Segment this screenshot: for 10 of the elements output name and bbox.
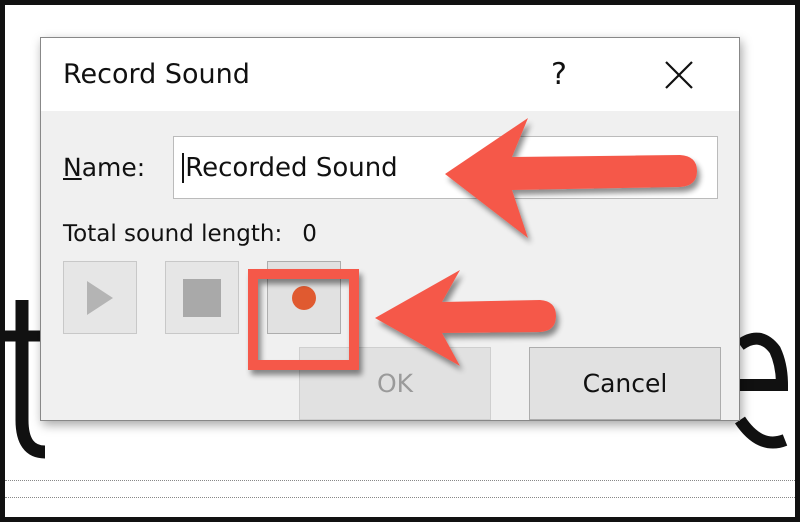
length-value: 0 bbox=[302, 221, 317, 247]
play-icon bbox=[87, 280, 113, 314]
dialog-title: Record Sound bbox=[63, 59, 251, 90]
length-label: Total sound length: bbox=[63, 221, 282, 247]
record-icon bbox=[292, 286, 316, 310]
name-label: Name: bbox=[63, 153, 146, 182]
close-icon bbox=[664, 60, 694, 90]
help-button[interactable]: ? bbox=[539, 57, 579, 92]
stop-icon bbox=[183, 278, 221, 316]
cancel-button[interactable]: Cancel bbox=[529, 347, 721, 420]
